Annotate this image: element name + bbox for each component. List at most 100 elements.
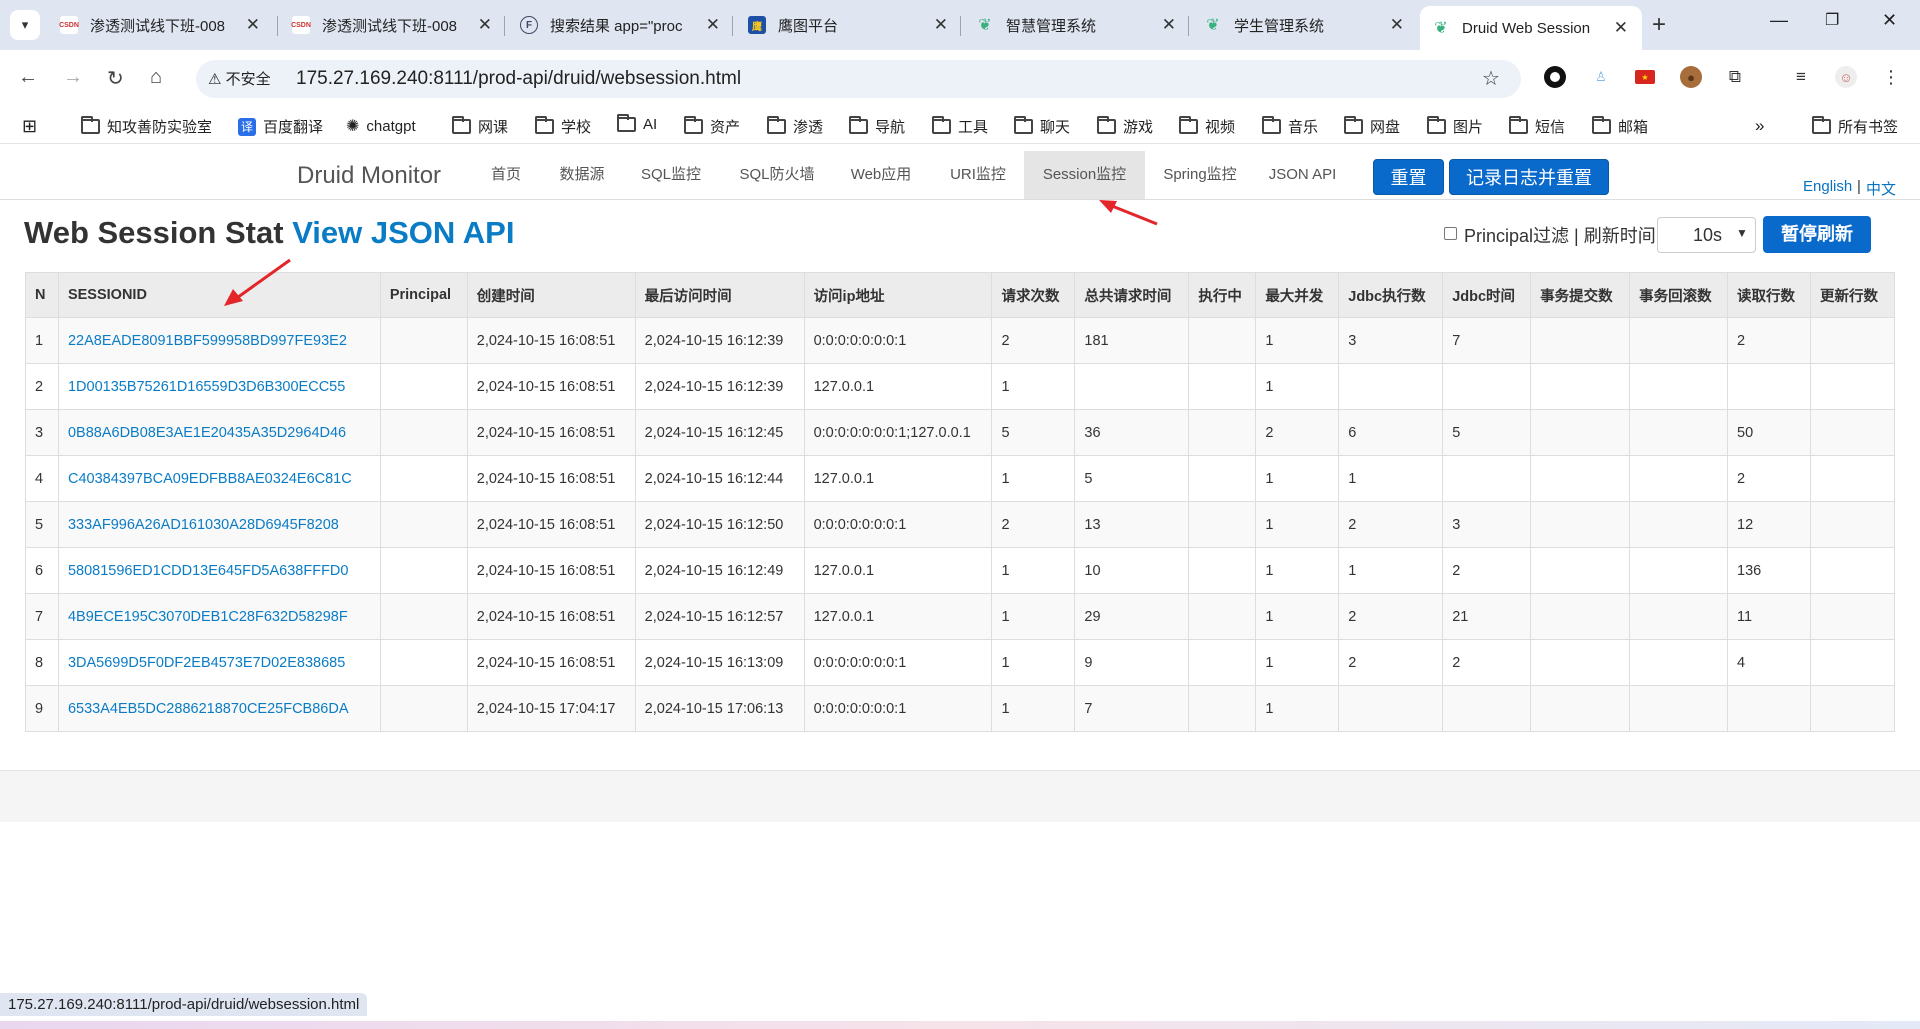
close-icon[interactable]: ✕ [1390, 15, 1404, 35]
column-header[interactable]: Principal [379, 272, 468, 318]
bookmark-item[interactable]: 图片 [1427, 116, 1483, 137]
extension-cookie-icon[interactable]: ● [1680, 66, 1702, 88]
close-icon[interactable]: ✕ [478, 15, 492, 35]
browser-tab[interactable]: 鹰 鹰图平台 ✕ [736, 6, 962, 44]
session-id-link[interactable]: 1D00135B75261D16559D3D6B300ECC55 [57, 363, 381, 410]
session-id-link[interactable]: 333AF996A26AD161030A28D6945F8208 [57, 501, 381, 548]
principal-filter-checkbox[interactable] [1444, 227, 1457, 240]
refresh-interval-select[interactable]: 10s ▼ [1657, 217, 1756, 253]
session-id-link[interactable]: 4B9ECE195C3070DEB1C28F632D58298F [57, 593, 381, 640]
extension-circle-icon[interactable] [1544, 66, 1566, 88]
browser-tab[interactable]: ❦ 学生管理系统 ✕ [1192, 6, 1418, 44]
column-header[interactable]: 执行中 [1188, 272, 1257, 318]
browser-tab[interactable]: ❦ 智慧管理系统 ✕ [964, 6, 1190, 44]
session-id-link[interactable]: C40384397BCA09EDFBB8AE0324E6C81C [57, 455, 381, 502]
table-cell: 1 [991, 593, 1076, 640]
column-header[interactable]: 事务提交数 [1530, 272, 1631, 318]
bookmark-item[interactable]: 知攻善防实验室 [81, 116, 212, 137]
session-id-link[interactable]: 58081596ED1CDD13E645FD5A638FFFD0 [57, 547, 381, 594]
bookmark-item[interactable]: 网课 [452, 116, 508, 137]
browser-tab[interactable]: F 搜索结果 app="proc ✕ [508, 6, 734, 44]
home-button[interactable]: ⌂ [150, 66, 162, 89]
minimize-button[interactable]: — [1770, 10, 1788, 31]
bookmark-item[interactable]: 音乐 [1262, 116, 1318, 137]
bookmark-item[interactable]: 译百度翻译 [238, 116, 323, 137]
session-id-link[interactable]: 3DA5699D5F0DF2EB4573E7D02E838685 [57, 639, 381, 686]
column-header[interactable]: Jdbc执行数 [1338, 272, 1444, 318]
bookmark-item[interactable]: 聊天 [1014, 116, 1070, 137]
bookmark-item[interactable]: 短信 [1509, 116, 1565, 137]
brand-title[interactable]: Druid Monitor [297, 162, 441, 190]
nav-datasource[interactable]: 数据源 [547, 151, 617, 199]
url-text[interactable]: 175.27.169.240:8111/prod-api/druid/webse… [296, 68, 741, 90]
column-header[interactable]: 最后访问时间 [634, 272, 805, 318]
new-tab-button[interactable]: + [1652, 11, 1666, 39]
media-control-icon[interactable]: ≡ [1790, 66, 1812, 88]
close-icon[interactable]: ✕ [706, 15, 720, 35]
bookmark-item[interactable]: 网盘 [1344, 116, 1400, 137]
browser-tab[interactable]: CSDN 渗透测试线下班-008 ✕ [280, 6, 506, 44]
nav-home[interactable]: 首页 [477, 151, 535, 199]
bookmark-item[interactable]: 邮箱 [1592, 116, 1648, 137]
bookmark-item[interactable]: 导航 [849, 116, 905, 137]
pause-refresh-button[interactable]: 暂停刷新 [1763, 216, 1871, 253]
column-header[interactable]: 访问ip地址 [803, 272, 993, 318]
session-id-link[interactable]: 22A8EADE8091BBF599958BD997FE93E2 [57, 317, 381, 364]
close-icon[interactable]: ✕ [1614, 18, 1628, 38]
nav-sql-monitor[interactable]: SQL监控 [628, 151, 714, 199]
restore-button[interactable]: ❐ [1825, 10, 1839, 30]
bookmark-item[interactable]: 游戏 [1097, 116, 1153, 137]
more-bookmarks-button[interactable]: » [1755, 116, 1764, 136]
nav-session-monitor[interactable]: Session监控 [1024, 151, 1145, 199]
security-indicator[interactable]: ⚠ 不安全 [208, 68, 271, 89]
column-header[interactable]: N [25, 272, 59, 318]
bookmark-star-button[interactable]: ☆ [1482, 66, 1500, 91]
apps-grid-icon[interactable]: ⊞ [22, 116, 37, 137]
column-header[interactable]: 更新行数 [1809, 272, 1896, 318]
menu-more-icon[interactable]: ⋮ [1880, 66, 1902, 88]
bookmark-item[interactable]: ✺ chatgpt [346, 116, 416, 136]
column-header[interactable]: 请求次数 [991, 272, 1076, 318]
nav-uri-monitor[interactable]: URI监控 [933, 151, 1023, 199]
extension-flag-icon[interactable]: ★ [1635, 70, 1655, 84]
close-icon[interactable]: ✕ [246, 15, 260, 35]
column-header[interactable]: 最大并发 [1255, 272, 1340, 318]
forward-button[interactable]: → [63, 66, 83, 89]
close-icon[interactable]: ✕ [1162, 15, 1176, 35]
back-button[interactable]: ← [18, 66, 38, 89]
column-header[interactable]: 事务回滚数 [1629, 272, 1729, 318]
session-id-link[interactable]: 6533A4EB5DC2886218870CE25FCB86DA [57, 685, 381, 732]
all-bookmarks-folder[interactable]: 所有书签 [1812, 116, 1898, 137]
bookmark-item[interactable]: 渗透 [767, 116, 823, 137]
nav-json-api[interactable]: JSON API [1260, 151, 1345, 199]
bookmark-item[interactable]: 学校 [535, 116, 591, 137]
profile-avatar[interactable]: ☺ [1835, 66, 1857, 88]
lang-english-link[interactable]: English [1803, 178, 1852, 195]
extension-robot-icon[interactable]: ♙ [1590, 66, 1612, 88]
column-header[interactable]: Jdbc时间 [1442, 272, 1532, 318]
nav-spring-monitor[interactable]: Spring监控 [1155, 151, 1245, 199]
lang-chinese-link[interactable]: 中文 [1866, 178, 1896, 199]
column-header[interactable]: 读取行数 [1727, 272, 1811, 318]
reset-button[interactable]: 重置 [1373, 159, 1444, 195]
nav-web-app[interactable]: Web应用 [840, 151, 922, 199]
bookmark-label: 视频 [1205, 119, 1236, 136]
log-and-reset-button[interactable]: 记录日志并重置 [1449, 159, 1609, 195]
bookmark-item[interactable]: 资产 [684, 116, 740, 137]
session-id-link[interactable]: 0B88A6DB08E3AE1E20435A35D2964D46 [57, 409, 381, 456]
nav-sql-firewall[interactable]: SQL防火墙 [725, 151, 829, 199]
close-icon[interactable]: ✕ [934, 15, 948, 35]
reload-button[interactable]: ↻ [107, 66, 124, 91]
bookmark-item[interactable]: AI [617, 114, 657, 133]
browser-tab[interactable]: CSDN 渗透测试线下班-008 ✕ [48, 6, 274, 44]
close-window-button[interactable]: ✕ [1882, 10, 1897, 31]
column-header[interactable]: 总共请求时间 [1074, 272, 1190, 318]
extensions-puzzle-icon[interactable]: ⧉ [1724, 66, 1746, 88]
bookmark-item[interactable]: 视频 [1179, 116, 1235, 137]
bookmark-item[interactable]: 工具 [932, 116, 988, 137]
tab-search-button[interactable]: ▾ [10, 10, 40, 40]
view-json-api-link[interactable]: View JSON API [292, 215, 514, 250]
column-header[interactable]: SESSIONID [57, 272, 381, 318]
browser-tab-active[interactable]: ❦ Druid Web Session ✕ [1420, 6, 1642, 50]
column-header[interactable]: 创建时间 [466, 272, 636, 318]
